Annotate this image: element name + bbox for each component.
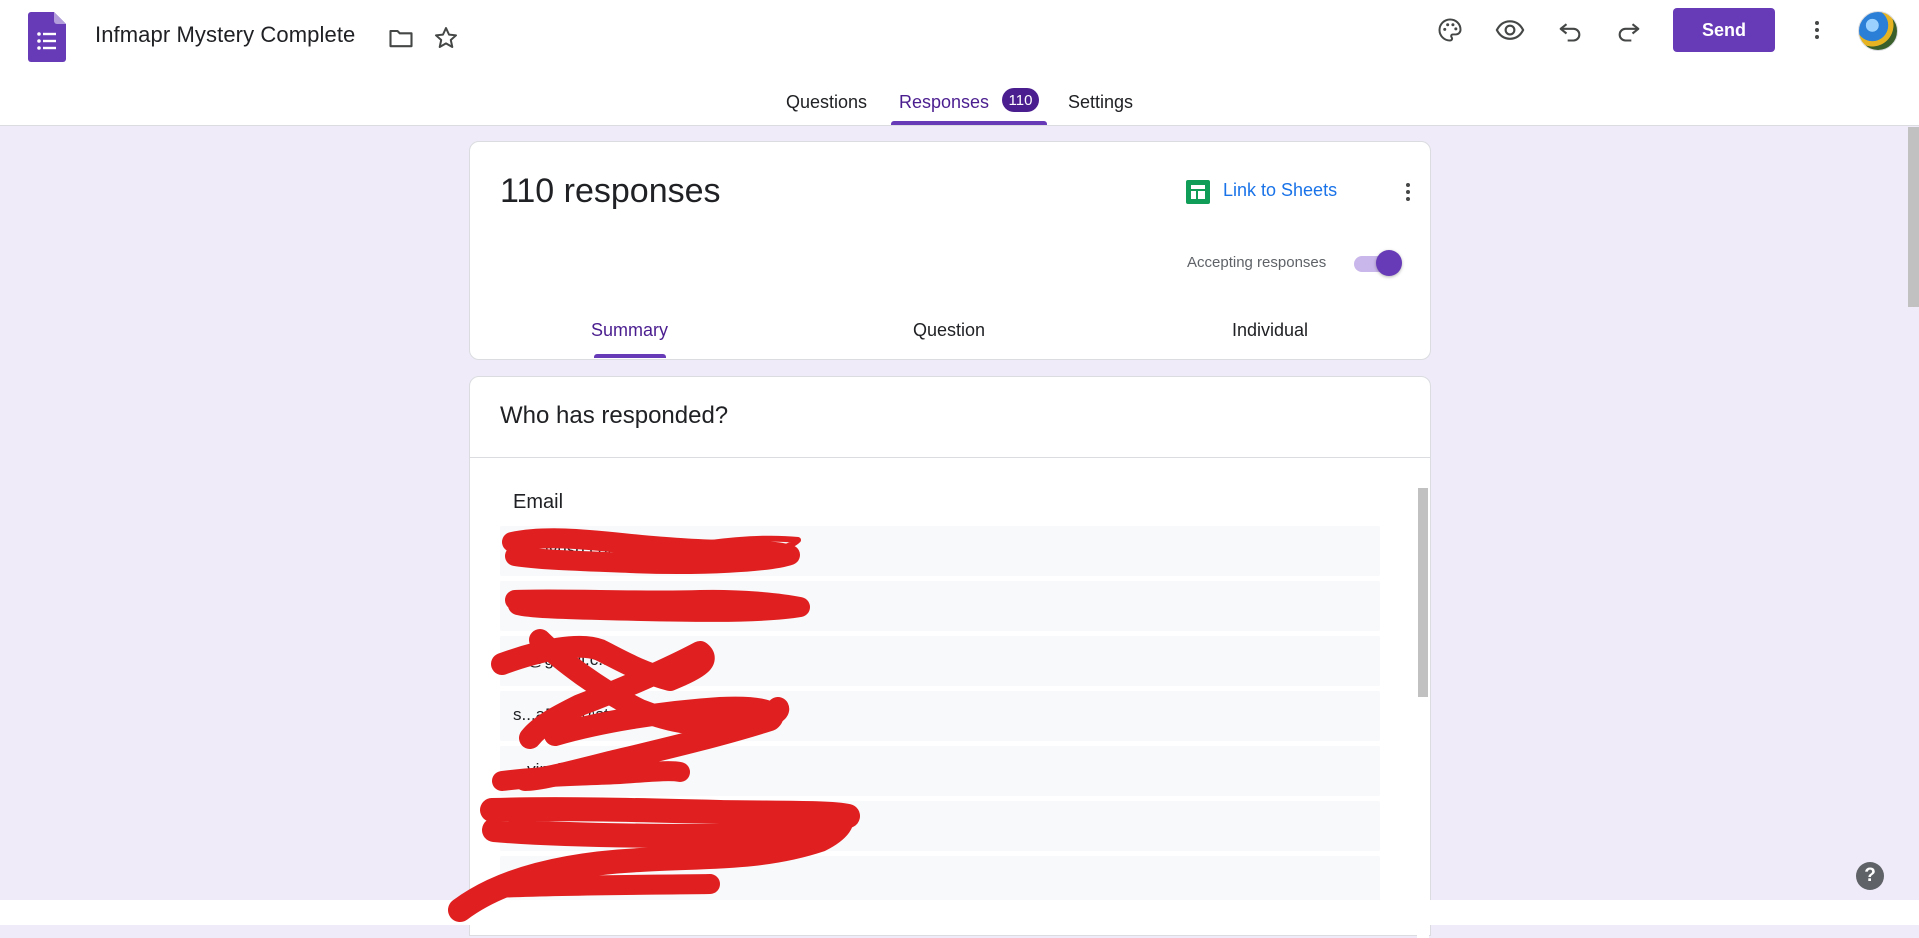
more-vert-icon[interactable] [1797,10,1837,50]
tab-responses[interactable]: Responses [899,92,989,113]
subtab-active-indicator [594,354,666,358]
responses-count-title: 110 responses [500,172,721,210]
list-item: ... [500,581,1380,631]
list-item: s...a52...@stu.p...s...m [500,691,1380,741]
list-item: ...wayusd.com [500,526,1380,576]
who-responded-title: Who has responded? [500,402,729,429]
list-scrollbar-thumb[interactable] [1418,488,1428,697]
toggle-knob[interactable] [1376,250,1402,276]
redo-icon[interactable] [1609,10,1649,50]
sheets-icon[interactable] [1186,180,1210,204]
tab-settings[interactable]: Settings [1068,92,1133,113]
forms-logo-icon[interactable] [28,12,66,62]
list-item: ...@gmail.c... [500,636,1380,686]
divider [470,457,1430,458]
email-column-header: Email [513,491,564,513]
avatar[interactable] [1858,11,1898,51]
bottom-strip [0,900,1919,925]
form-title[interactable]: Infmapr Mystery Complete [95,22,355,48]
who-responded-card: Who has responded? Email ...wayusd.com .… [469,376,1431,938]
star-icon[interactable] [426,18,466,58]
subtab-summary[interactable]: Summary [591,320,668,341]
folder-icon[interactable] [381,18,421,58]
responses-summary-card: 110 responses Link to Sheets Accepting r… [469,141,1431,360]
list-item: ... [500,856,1380,906]
form-tabs: Questions Responses 110 Settings [0,86,1919,126]
subtab-question[interactable]: Question [913,320,985,341]
responses-count-badge: 110 [1002,88,1039,112]
responses-more-icon[interactable] [1388,172,1428,212]
list-item: ...vinch...il.c... [500,746,1380,796]
help-icon[interactable]: ? [1856,862,1884,890]
page-scrollbar-thumb[interactable] [1908,127,1919,307]
send-button[interactable]: Send [1673,8,1775,52]
preview-eye-icon[interactable] [1490,10,1530,50]
top-header: Infmapr Mystery Complete Send Questions … [0,0,1919,126]
link-to-sheets-link[interactable]: Link to Sheets [1223,180,1337,201]
accepting-responses-label: Accepting responses [1187,254,1327,271]
subtab-individual[interactable]: Individual [1232,320,1308,341]
tab-active-indicator [891,121,1047,125]
palette-icon[interactable] [1430,10,1470,50]
tab-questions[interactable]: Questions [786,92,867,113]
list-item: ...y... [500,801,1380,851]
undo-icon[interactable] [1550,10,1590,50]
